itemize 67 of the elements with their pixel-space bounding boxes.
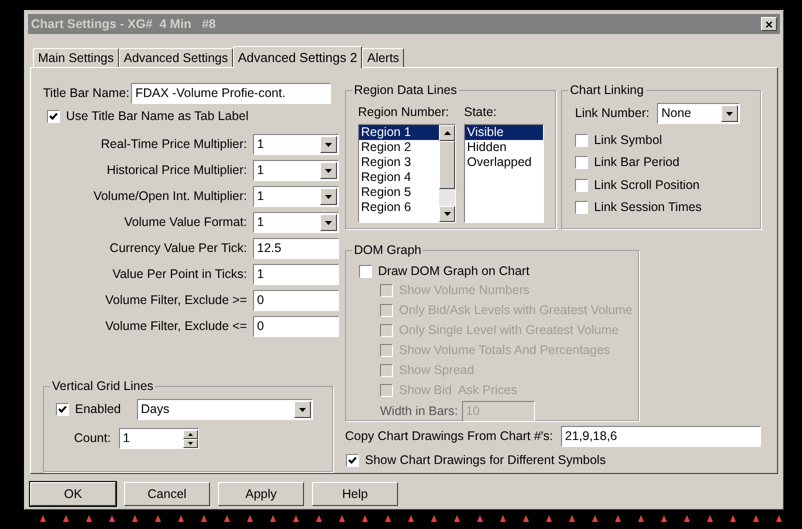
field-label: Volume/Open Int. Multiplier:: [93, 188, 247, 206]
tab[interactable]: Advanced Settings 2: [232, 46, 362, 68]
list-item[interactable]: Region 3: [359, 154, 439, 170]
field-label: Volume Value Format:: [124, 214, 247, 232]
list-item[interactable]: Region 1: [359, 124, 439, 140]
list-item[interactable]: Visible: [465, 124, 543, 140]
input-field[interactable]: 0: [253, 316, 339, 337]
dialog-button[interactable]: Apply: [218, 482, 304, 506]
dialog-button[interactable]: Help: [312, 482, 398, 506]
input-field[interactable]: 21,9,18,6: [561, 426, 761, 447]
list-item[interactable]: Region 4: [359, 170, 439, 185]
checkbox[interactable]: Show Chart Drawings for Different Symbols: [346, 450, 763, 470]
group-title: Region Data Lines: [352, 82, 459, 98]
dropdown[interactable]: None: [657, 103, 740, 124]
dialog-button[interactable]: OK: [30, 482, 116, 506]
close-button[interactable]: ×: [761, 17, 777, 31]
field-label: Currency Value Per Tick:: [110, 240, 247, 258]
dropdown[interactable]: Days: [136, 399, 313, 420]
checkbox[interactable]: Use Title Bar Name as Tab Label: [47, 106, 339, 126]
field-label: Link Number:: [575, 105, 650, 122]
input-field[interactable]: FDAX -Volume Profie-cont.: [131, 82, 332, 104]
tab[interactable]: Alerts: [362, 48, 404, 67]
list-item[interactable]: Region 2: [359, 140, 439, 155]
checkbox[interactable]: Link Symbol: [575, 130, 747, 150]
field-label: Volume Filter, Exclude <=: [105, 318, 247, 336]
field-label: Copy Chart Drawings From Chart #'s:: [345, 428, 554, 446]
field-label: Title Bar Name:: [43, 84, 130, 102]
input-field[interactable]: 1: [253, 264, 339, 285]
checkbox[interactable]: Link Bar Period: [575, 152, 747, 172]
dropdown[interactable]: 1: [253, 186, 339, 207]
spin-up-icon[interactable]: [182, 430, 198, 438]
scroll-thumb[interactable]: [439, 140, 455, 189]
input-field[interactable]: 12.5: [253, 238, 339, 259]
field-label: Width in Bars:: [380, 403, 458, 420]
field-label: Count:: [74, 430, 111, 448]
checkmark-icon: [348, 456, 357, 464]
checkmark-icon: [49, 112, 58, 120]
field-label: Value Per Point in Ticks:: [112, 266, 247, 284]
field-label: Real-Time Price Multiplier:: [100, 136, 247, 154]
dropdown[interactable]: 1: [253, 134, 339, 155]
dropdown[interactable]: 1: [253, 212, 339, 233]
tab[interactable]: Main Settings: [33, 48, 119, 67]
list-item[interactable]: Hidden: [465, 140, 543, 155]
list-item[interactable]: Region 6: [359, 200, 439, 215]
tab[interactable]: Advanced Settings: [118, 48, 233, 67]
list-item[interactable]: Region 5: [359, 184, 439, 200]
list-item[interactable]: Overlapped: [465, 154, 543, 170]
field-label: Historical Price Multiplier:: [106, 162, 247, 180]
list-label: State:: [464, 104, 498, 121]
checkmark-icon: [58, 405, 67, 414]
input-field[interactable]: 0: [253, 290, 339, 311]
window-title: Chart Settings - XG# 4 Min #8: [31, 16, 216, 33]
spin-field[interactable]: 1: [118, 428, 199, 449]
group-title: DOM Graph: [352, 242, 424, 258]
spin-down-icon[interactable]: [182, 438, 198, 448]
checkbox[interactable]: Link Session Times: [575, 198, 747, 218]
checkbox[interactable]: Link Scroll Position: [575, 175, 747, 195]
dialog-button[interactable]: Cancel: [124, 482, 210, 506]
scroll-up-icon[interactable]: [439, 124, 455, 141]
group-title: Chart Linking: [568, 82, 646, 98]
scrollbar[interactable]: [439, 124, 455, 222]
dropdown[interactable]: 1: [253, 160, 339, 181]
checkbox[interactable]: Draw DOM Graph on Chart: [359, 261, 638, 281]
list-label: Region Number:: [358, 104, 450, 121]
field-label: Volume Filter, Exclude >=: [105, 292, 247, 310]
scroll-down-icon[interactable]: [439, 206, 455, 222]
checkbox[interactable]: Enabled: [56, 400, 121, 420]
